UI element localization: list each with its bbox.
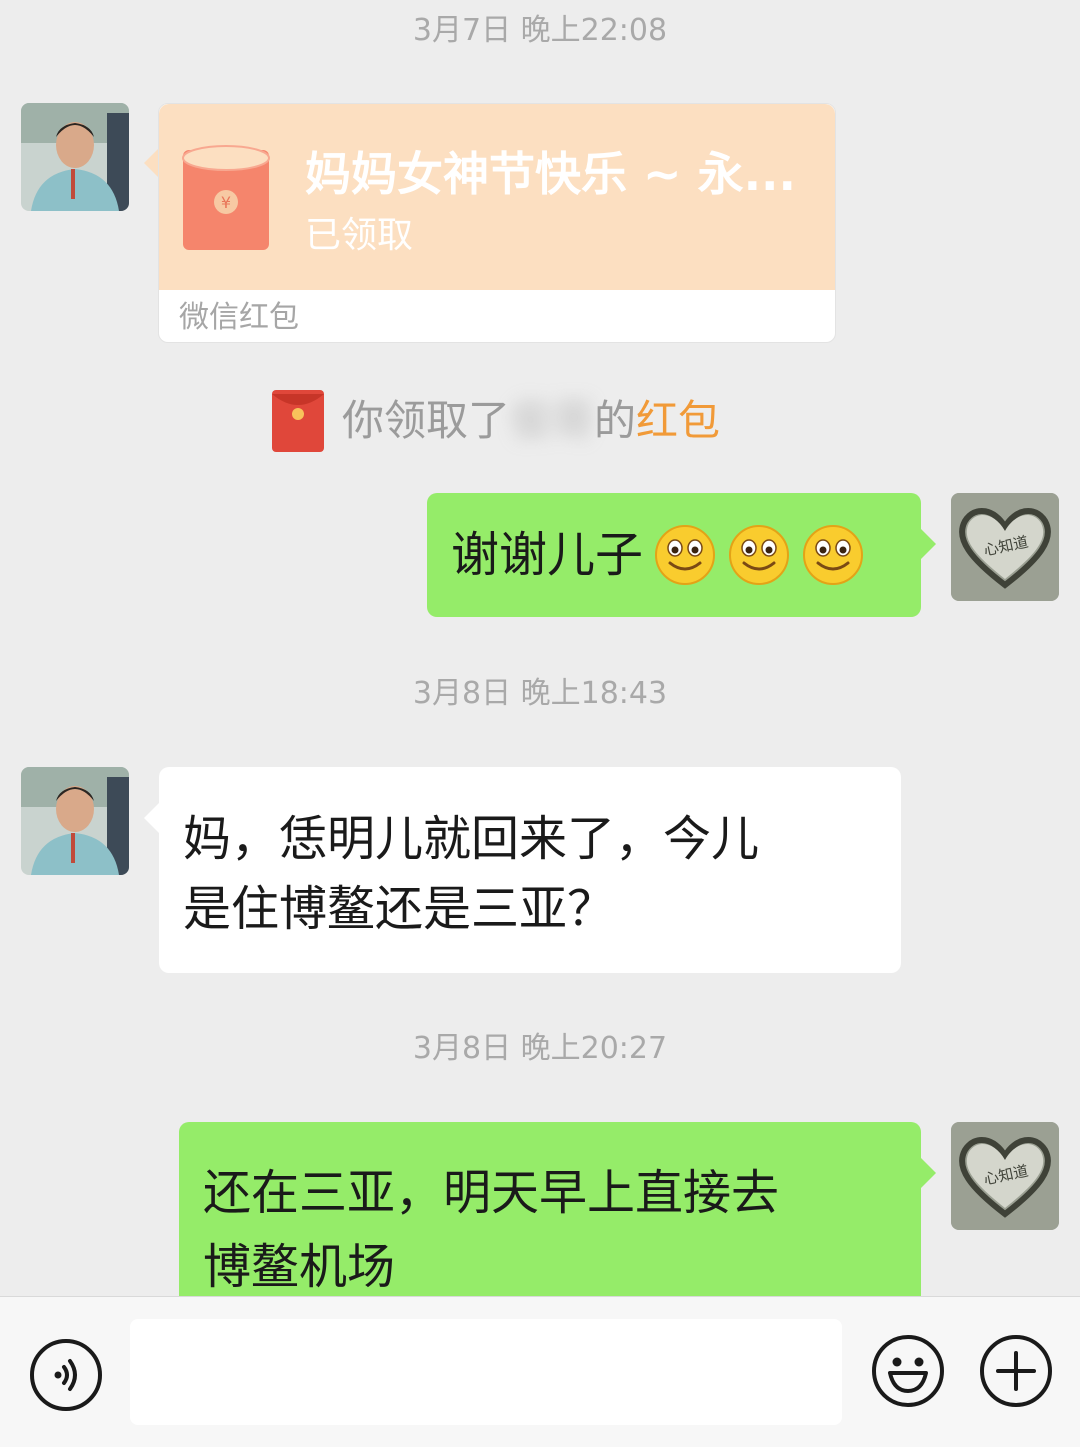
bubble-tail: [144, 148, 159, 178]
emoji-icon[interactable]: [870, 1333, 946, 1409]
message-text-line: 还在三亚，明天早上直接去: [203, 1165, 780, 1221]
notice-suffix: 的: [594, 396, 637, 445]
red-packet-link[interactable]: 红包: [636, 396, 720, 445]
timestamp: 3月8日 晚上18:43: [412, 676, 668, 711]
message-bubble-other[interactable]: 妈，恁明儿就回来了，今儿 是住博鳌还是三亚？: [159, 767, 901, 973]
voice-icon[interactable]: [28, 1337, 104, 1413]
smile-emoji-icon: [729, 525, 790, 585]
red-packet-card[interactable]: ¥ 妈妈女神节快乐 ~ 永... 已领取 微信红包: [158, 103, 836, 343]
message-text-line: 妈，恁明儿就回来了，今儿: [183, 811, 760, 867]
bubble-tail: [921, 529, 936, 559]
message-text: 谢谢儿子: [451, 527, 644, 583]
message-text-line: 博鳌机场: [203, 1239, 396, 1295]
system-notice: 你领取了俊哥的红包: [272, 390, 720, 452]
timestamp: 3月7日 晚上22:08: [412, 13, 668, 48]
message-text-line: 是住博鳌还是三亚？: [183, 881, 616, 937]
avatar-son[interactable]: [21, 103, 129, 211]
avatar-son[interactable]: [21, 767, 129, 875]
input-bar: [0, 1296, 1080, 1447]
message-bubble-self[interactable]: 还在三亚，明天早上直接去 博鳌机场: [179, 1122, 921, 1296]
chat-area[interactable]: 3月7日 晚上22:08 ¥ 妈妈女神节快乐 ~ 永... 已领取 微信红包 你…: [0, 0, 1080, 1296]
red-packet-icon: ¥: [182, 145, 270, 250]
smile-emoji-icon: [655, 525, 716, 585]
message-bubble-self[interactable]: 谢谢儿子: [427, 493, 921, 617]
bubble-tail: [144, 803, 159, 833]
bubble-tail: [921, 1158, 936, 1188]
avatar-mom[interactable]: 心知道: [951, 1122, 1059, 1230]
red-packet-header[interactable]: ¥ 妈妈女神节快乐 ~ 永... 已领取: [159, 104, 835, 290]
smile-emoji-icon: [803, 525, 864, 585]
avatar-mom[interactable]: 心知道: [951, 493, 1059, 601]
message-input[interactable]: [130, 1319, 842, 1425]
notice-prefix: 你领取了: [342, 396, 511, 445]
red-packet-status: 已领取: [305, 215, 414, 256]
plus-icon[interactable]: [978, 1333, 1054, 1409]
timestamp: 3月8日 晚上20:27: [412, 1031, 668, 1066]
red-packet-footer: 微信红包: [179, 300, 299, 335]
svg-text:¥: ¥: [221, 193, 231, 212]
blurred-sender-name: 俊哥: [510, 396, 595, 445]
red-packet-title: 妈妈女神节快乐 ~ 永...: [305, 147, 796, 201]
red-packet-small-icon: [272, 390, 324, 452]
